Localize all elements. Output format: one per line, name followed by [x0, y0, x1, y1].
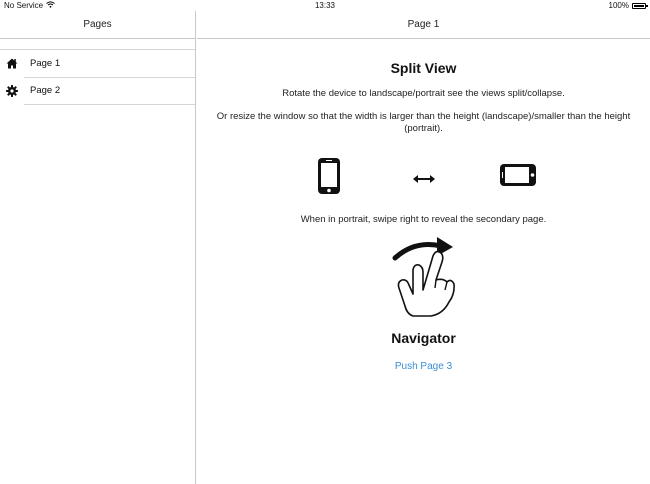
- detail-title: Page 1: [197, 11, 650, 39]
- battery-icon: [632, 2, 648, 9]
- device-illustration: [197, 157, 650, 197]
- navigator-title: Navigator: [391, 330, 456, 346]
- status-time: 13:33: [314, 1, 336, 10]
- status-right: 100%: [608, 0, 648, 11]
- sidebar-item-label: Page 1: [24, 50, 195, 78]
- detail-view: Page 1 Split View Rotate the device to l…: [197, 11, 650, 484]
- battery-percent: 100%: [608, 1, 629, 10]
- instruction-rotate: Rotate the device to landscape/portrait …: [282, 88, 565, 99]
- page-heading: Split View: [390, 60, 457, 76]
- sidebar-item-page-1[interactable]: Page 1: [0, 50, 195, 78]
- instruction-resize: Or resize the window so that the width i…: [216, 111, 631, 134]
- home-icon: [0, 58, 24, 69]
- sidebar-item-page-2[interactable]: Page 2: [0, 77, 195, 105]
- detail-content: Split View Rotate the device to landscap…: [197, 60, 650, 374]
- sidebar-list: Page 1 Page 2: [0, 49, 195, 105]
- sidebar-item-label: Page 2: [24, 77, 195, 105]
- push-page-3-button[interactable]: Push Page 3: [395, 361, 452, 372]
- sidebar-title: Pages: [0, 11, 195, 39]
- portrait-phone-icon: [317, 157, 341, 200]
- swipe-gesture-icon: [389, 236, 459, 318]
- landscape-phone-icon: [499, 163, 537, 192]
- ipad-screen: No Service 13:33 100% Pages Page 1 Page …: [0, 0, 650, 484]
- double-arrow-icon: [413, 171, 435, 189]
- status-bar: No Service 13:33 100%: [0, 0, 650, 11]
- instruction-swipe: When in portrait, swipe right to reveal …: [300, 214, 547, 225]
- gear-icon: [0, 84, 24, 97]
- sidebar: Pages Page 1 Page 2: [0, 11, 196, 484]
